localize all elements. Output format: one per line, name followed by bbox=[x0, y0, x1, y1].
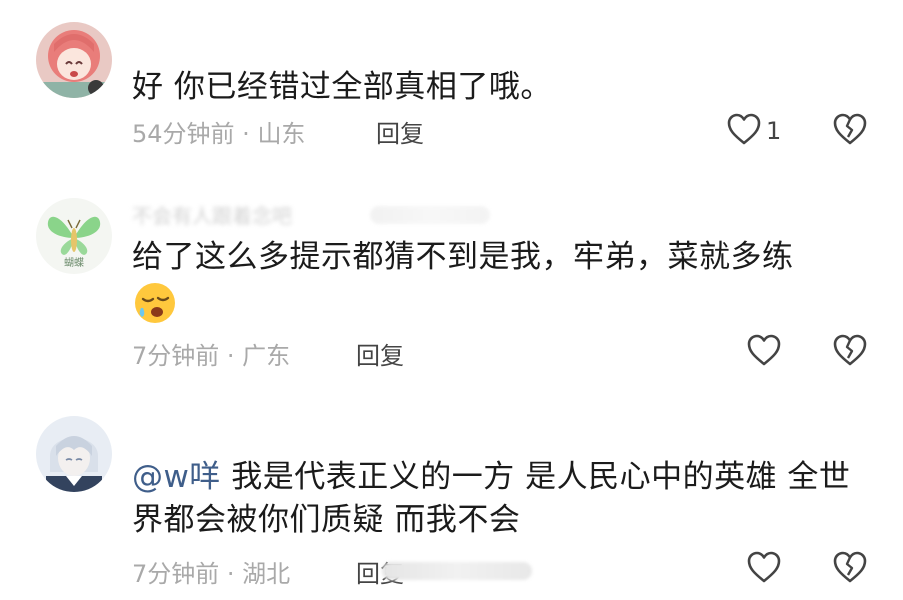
comment-time: 54分钟前 bbox=[132, 120, 235, 148]
comment-item-3: @w咩 我是代表正义的一方 是人民心中的英雄 全世界都会被你们质疑 而我不会 7… bbox=[0, 390, 903, 600]
avatar[interactable] bbox=[36, 416, 112, 492]
comment-meta: 54分钟前 · 山东 bbox=[132, 114, 305, 149]
meta-separator: · bbox=[219, 342, 243, 370]
like-count: 1 bbox=[766, 117, 782, 145]
dislike-button[interactable] bbox=[832, 550, 868, 588]
comment-body: 好 你已经错过全部真相了哦。 bbox=[132, 69, 552, 105]
meta-separator: · bbox=[234, 120, 258, 148]
like-button[interactable] bbox=[746, 550, 786, 588]
comment-item-2: 蝴蝶 不会有人跟着念吧 给了这么多提示都猜不到是我，牢弟，菜就多练 7分钟前 ·… bbox=[0, 180, 903, 390]
like-button[interactable] bbox=[746, 333, 786, 371]
sleepy-face-emoji bbox=[132, 280, 178, 326]
comment-body: 给了这么多提示都猜不到是我，牢弟，菜就多练 bbox=[132, 239, 794, 275]
comment-location: 广东 bbox=[242, 342, 291, 370]
avatar-caption: 蝴蝶 bbox=[64, 258, 84, 269]
comment-text: 给了这么多提示都猜不到是我，牢弟，菜就多练 bbox=[132, 236, 852, 279]
dislike-button[interactable] bbox=[832, 333, 868, 371]
blurred-username-tail bbox=[370, 206, 490, 224]
broken-heart-icon bbox=[832, 551, 868, 588]
meta-separator: · bbox=[219, 560, 243, 588]
like-button[interactable]: 1 bbox=[726, 112, 781, 150]
comment-time: 7分钟前 bbox=[132, 342, 220, 370]
dislike-button[interactable] bbox=[832, 112, 868, 150]
reply-button[interactable]: 回复 bbox=[356, 336, 404, 371]
heart-outline-icon bbox=[746, 550, 782, 588]
comment-meta: 7分钟前 · 广东 bbox=[132, 336, 290, 371]
comment-text: 好 你已经错过全部真相了哦。 bbox=[132, 66, 852, 109]
avatar[interactable] bbox=[36, 22, 112, 98]
heart-outline-icon bbox=[746, 333, 782, 371]
avatar[interactable]: 蝴蝶 bbox=[36, 198, 112, 274]
mention-link[interactable]: @w咩 bbox=[132, 459, 221, 495]
username[interactable]: 不会有人跟着念吧 bbox=[132, 200, 292, 229]
broken-heart-icon bbox=[832, 334, 868, 371]
reply-button[interactable]: 回复 bbox=[376, 114, 424, 149]
watermark-overlay bbox=[382, 562, 532, 580]
comment-item-1: 好 你已经错过全部真相了哦。 54分钟前 · 山东 回复 1 bbox=[0, 0, 903, 180]
heart-outline-icon bbox=[726, 112, 762, 150]
comment-body: 我是代表正义的一方 是人民心中的英雄 全世界都会被你们质疑 而我不会 bbox=[132, 459, 851, 538]
comment-text: @w咩 我是代表正义的一方 是人民心中的英雄 全世界都会被你们质疑 而我不会 bbox=[132, 456, 852, 542]
comment-time: 7分钟前 bbox=[132, 560, 220, 588]
broken-heart-icon bbox=[832, 113, 868, 150]
comment-location: 湖北 bbox=[242, 560, 291, 588]
comment-meta: 7分钟前 · 湖北 bbox=[132, 554, 290, 589]
comment-location: 山东 bbox=[257, 120, 306, 148]
